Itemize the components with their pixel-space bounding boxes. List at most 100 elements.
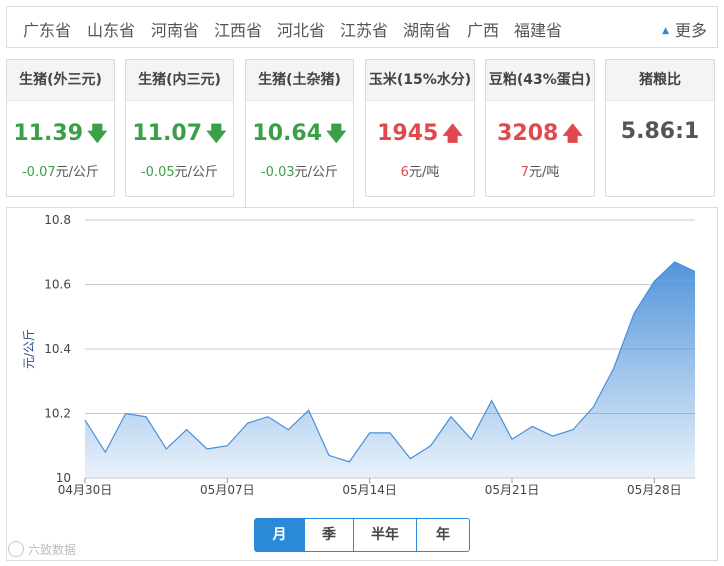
data-point — [369, 432, 371, 434]
data-point — [470, 438, 472, 440]
province-tab-jiangsu[interactable]: 江苏省 — [340, 17, 388, 41]
card-change-unit: 元/吨 — [408, 165, 440, 180]
x-tick-label: 04月30日 — [58, 483, 113, 497]
data-point — [267, 416, 269, 418]
range-button-month[interactable]: 月 — [255, 519, 305, 551]
data-point — [104, 451, 106, 453]
card-change-value: -0.03 — [260, 165, 295, 180]
data-point — [348, 461, 350, 463]
card-price: 11.07 🡇 — [126, 119, 233, 153]
watermark-text: 六致数据 — [28, 543, 77, 557]
data-point — [511, 438, 513, 440]
y-tick-label: 10.8 — [44, 213, 71, 227]
arrow-down-icon: 🡇 — [87, 121, 108, 145]
province-tab-hunan[interactable]: 湖南省 — [403, 17, 451, 41]
time-range-selector: 月 季 半年 年 — [254, 518, 470, 552]
data-point — [694, 271, 696, 273]
price-card-soybean-meal[interactable]: 豆粕(43%蛋白) 3208 🡅 7元/吨 — [485, 59, 595, 197]
data-point — [409, 458, 411, 460]
data-point — [308, 409, 310, 411]
card-title: 玉米(15%水分) — [366, 60, 474, 101]
data-point — [552, 435, 554, 437]
x-tick-label: 05月07日 — [200, 483, 255, 497]
card-price-value: 11.39 — [13, 121, 84, 146]
card-title: 生猪(土杂猪) — [246, 60, 353, 101]
arrow-down-icon: 🡇 — [326, 121, 347, 145]
province-tab-henan[interactable]: 河南省 — [151, 17, 199, 41]
province-tab-fujian[interactable]: 福建省 — [514, 17, 562, 41]
watermark: 六致数据 — [8, 541, 76, 558]
more-label: 更多 — [674, 21, 707, 40]
province-filter-bar: 广东省 山东省 河南省 江西省 河北省 江苏省 湖南省 广西 福建省 ▲ 更多 — [6, 6, 718, 48]
card-change-unit: 元/吨 — [528, 165, 560, 180]
province-tab-jiangxi[interactable]: 江西省 — [214, 17, 262, 41]
price-chart-panel: 10 10.2 10.4 10.6 10.8 元/公斤 04月30日 05月07日 05月14日… — [6, 207, 718, 561]
price-card-pig-neisanyuan[interactable]: 生猪(内三元) 11.07 🡇 -0.05元/公斤 — [125, 59, 234, 197]
data-point — [592, 406, 594, 408]
y-axis-label: 元/公斤 — [22, 329, 36, 369]
range-button-year[interactable]: 年 — [417, 519, 469, 551]
range-button-quarter[interactable]: 季 — [305, 519, 354, 551]
data-point — [572, 429, 574, 431]
data-point — [206, 448, 208, 450]
card-change: -0.05元/公斤 — [126, 161, 233, 180]
price-card-corn[interactable]: 玉米(15%水分) 1945 🡅 6元/吨 — [365, 59, 475, 197]
province-tab-guangdong[interactable]: 广东省 — [23, 17, 71, 41]
arrow-up-icon: 🡅 — [442, 121, 463, 145]
x-tick-label: 05月28日 — [627, 483, 682, 497]
card-change: 7元/吨 — [486, 161, 594, 180]
watermark-logo-icon — [8, 541, 24, 557]
series-area — [85, 261, 695, 478]
card-title: 猪粮比 — [606, 60, 714, 101]
data-point — [125, 413, 127, 415]
card-price-value: 3208 — [497, 121, 559, 146]
price-card-pig-tuzazhu[interactable]: 生猪(土杂猪) 10.64 🡇 -0.03元/公斤 — [245, 59, 354, 209]
card-change-unit: 元/公斤 — [294, 165, 339, 180]
data-point — [84, 419, 86, 421]
price-card-hog-grain-ratio[interactable]: 猪粮比 5.86:1 — [605, 59, 715, 197]
card-change-unit: 元/公斤 — [55, 165, 100, 180]
card-price-value: 1945 — [377, 121, 439, 146]
price-trend-chart: 1010.210.410.610.8元/公斤04月30日 05月07日 05月14日… — [22, 213, 696, 497]
data-point — [186, 429, 188, 431]
caret-up-icon: ▲ — [662, 26, 669, 36]
card-change-value: 6 — [400, 165, 409, 180]
data-point — [247, 422, 249, 424]
data-point — [491, 400, 493, 402]
card-price: 1945 🡅 — [366, 119, 474, 153]
data-point — [633, 313, 635, 315]
data-point — [430, 445, 432, 447]
y-tick-label: 10.2 — [44, 407, 71, 421]
card-price: 11.39 🡇 — [7, 119, 114, 153]
card-price-value: 11.07 — [132, 121, 203, 146]
data-point — [389, 432, 391, 434]
arrow-down-icon: 🡇 — [206, 121, 227, 145]
range-button-half-year[interactable]: 半年 — [354, 519, 417, 551]
data-point — [450, 416, 452, 418]
card-price: 10.64 🡇 — [246, 119, 353, 153]
data-point — [287, 429, 289, 431]
arrow-up-icon: 🡅 — [562, 121, 583, 145]
data-point — [653, 280, 655, 282]
data-point — [328, 454, 330, 456]
card-change: -0.03元/公斤 — [246, 161, 353, 180]
x-tick-label: 05月14日 — [342, 483, 397, 497]
card-price-value: 10.64 — [252, 121, 323, 146]
y-tick-label: 10.6 — [44, 278, 71, 292]
card-title: 生猪(外三元) — [7, 60, 114, 101]
more-provinces-button[interactable]: ▲ 更多 — [662, 17, 707, 41]
province-tab-hebei[interactable]: 河北省 — [277, 17, 325, 41]
data-point — [145, 416, 147, 418]
x-tick-label: 05月21日 — [485, 483, 540, 497]
card-title: 生猪(内三元) — [126, 60, 233, 101]
card-change: -0.07元/公斤 — [7, 161, 114, 180]
y-tick-label: 10.4 — [44, 342, 71, 356]
data-point — [674, 261, 676, 263]
card-change-value: 7 — [520, 165, 529, 180]
card-title: 豆粕(43%蛋白) — [486, 60, 594, 101]
province-tab-guangxi[interactable]: 广西 — [467, 17, 499, 41]
price-card-pig-waisanyuan[interactable]: 生猪(外三元) 11.39 🡇 -0.07元/公斤 — [6, 59, 115, 197]
data-point — [531, 425, 533, 427]
province-tab-shandong[interactable]: 山东省 — [87, 17, 135, 41]
card-change: 6元/吨 — [366, 161, 474, 180]
